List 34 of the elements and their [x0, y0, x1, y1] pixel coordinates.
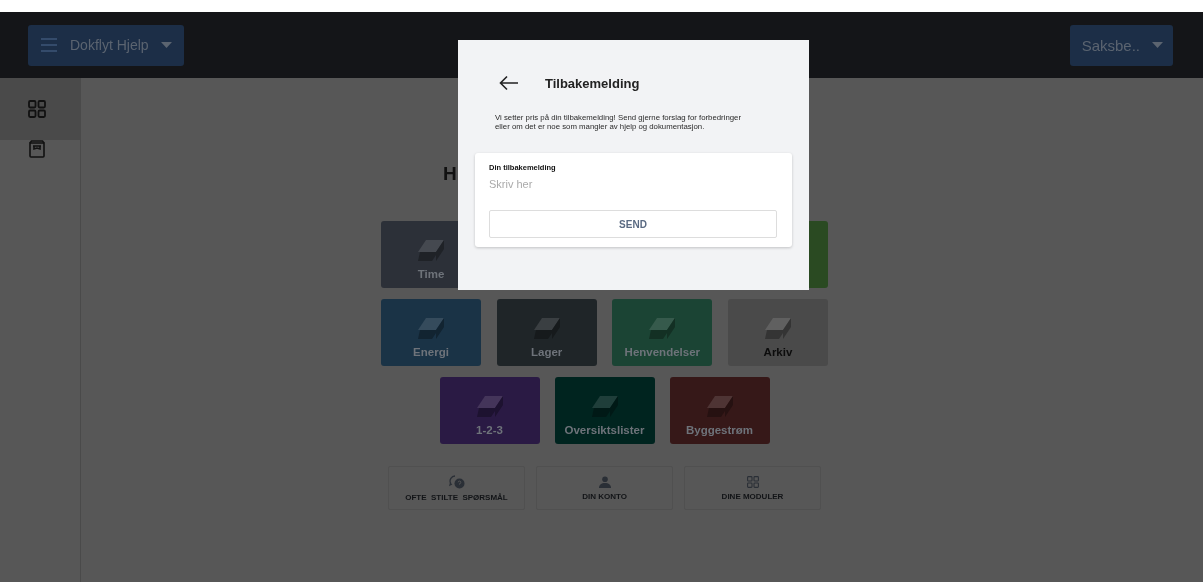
grid-icon — [28, 100, 46, 118]
module-tile[interactable]: Lager — [496, 299, 597, 366]
module-tile[interactable]: Oversiktslister — [554, 377, 655, 444]
menu-icon — [40, 38, 58, 52]
sidebar-item[interactable] — [0, 78, 80, 140]
caret-icon — [1152, 42, 1163, 48]
caret-icon — [160, 42, 172, 48]
shortcut-button[interactable]: OFTE STILTE SPØRSMÅL — [388, 466, 525, 510]
shortcut-button[interactable]: DINE MODULER — [684, 466, 821, 510]
eraser-icon — [474, 394, 505, 418]
user-menu-button[interactable]: Saksbe.. — [1069, 24, 1173, 66]
module-tile[interactable]: 1-2-3 — [439, 377, 540, 444]
box-icon — [28, 140, 46, 158]
module-tile[interactable]: Byggestrøm — [669, 377, 770, 444]
eraser-icon — [416, 238, 446, 262]
eraser-icon — [531, 316, 562, 340]
eraser-icon — [589, 394, 620, 418]
eraser-icon — [704, 394, 735, 418]
app-menu-button[interactable]: Dokflyt Hjelp — [28, 24, 184, 66]
module-tile[interactable]: Energi — [381, 299, 481, 366]
eraser-icon — [762, 316, 793, 340]
module-tile[interactable]: Arkiv — [727, 299, 828, 366]
eraser-icon — [416, 316, 446, 340]
dialog-title: Tilbakemelding — [545, 75, 640, 91]
module-tile[interactable]: Henvendelser — [612, 299, 713, 366]
grid-icon — [746, 475, 759, 488]
feedback-field[interactable]: Skriv her — [489, 177, 769, 191]
back-arrow-icon[interactable] — [499, 75, 519, 91]
eraser-icon — [647, 316, 678, 340]
shortcut-button[interactable]: DIN KONTO — [536, 466, 673, 510]
person-icon — [598, 475, 611, 488]
page-heading: H — [443, 163, 457, 185]
chat-icon — [448, 474, 465, 489]
send-button[interactable]: SEND — [489, 210, 777, 238]
